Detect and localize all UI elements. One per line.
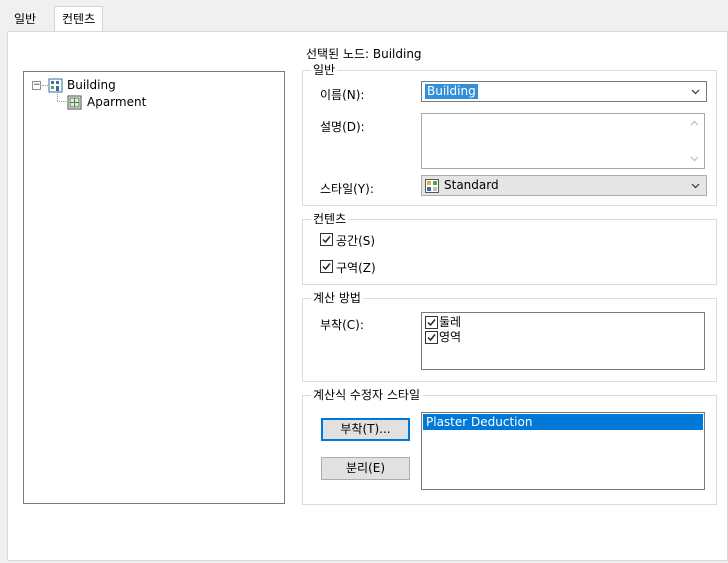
- zone-label[interactable]: 구역(Z): [336, 259, 376, 276]
- space-label[interactable]: 공간(S): [336, 232, 375, 249]
- group-legend: 컨텐츠: [311, 212, 349, 226]
- checkmark-icon: [427, 334, 436, 342]
- style-value: Standard: [444, 178, 499, 192]
- tree-line: [57, 92, 58, 101]
- scroll-down-icon[interactable]: [690, 155, 699, 162]
- list-item-label: 둘레: [439, 315, 462, 329]
- building-node-icon: [48, 78, 63, 93]
- description-label: 설명(D):: [320, 120, 365, 134]
- list-item[interactable]: Plaster Deduction: [423, 414, 703, 430]
- selected-node-label: 선택된 노드: Building: [306, 47, 422, 61]
- tab-bar: 일반 컨텐츠: [0, 0, 728, 32]
- name-label: 이름(N):: [320, 88, 365, 102]
- tab-contents[interactable]: 컨텐츠: [54, 6, 104, 32]
- style-icon: [425, 179, 439, 193]
- checkmark-icon: [322, 263, 331, 271]
- chevron-down-icon[interactable]: [691, 87, 700, 96]
- calculation-listbox[interactable]: 둘레 영역: [421, 312, 705, 370]
- chevron-down-icon[interactable]: [691, 181, 700, 190]
- collapse-icon[interactable]: −: [32, 81, 41, 90]
- tree-node-label: Building: [67, 78, 116, 92]
- name-value[interactable]: Building: [425, 84, 478, 99]
- modifier-listbox[interactable]: Plaster Deduction: [421, 412, 705, 490]
- style-label: 스타일(Y):: [320, 182, 374, 196]
- perimeter-checkbox[interactable]: [425, 316, 438, 329]
- tab-general[interactable]: 일반: [7, 10, 43, 30]
- attach-method-label: 부착(C):: [320, 318, 364, 332]
- tree-node-building[interactable]: Building: [48, 76, 116, 94]
- checkmark-icon: [322, 236, 331, 244]
- detach-button[interactable]: 분리(E): [321, 457, 410, 480]
- group-legend: 계산 방법: [311, 291, 363, 305]
- list-item[interactable]: 둘레: [423, 315, 461, 330]
- zone-checkbox[interactable]: [320, 260, 333, 273]
- node-tree[interactable]: − Building Aparment: [23, 71, 285, 504]
- group-legend: 일반: [311, 63, 338, 77]
- name-combo[interactable]: Building: [421, 81, 707, 102]
- group-legend: 계산식 수정자 스타일: [311, 388, 422, 402]
- checkmark-icon: [427, 319, 436, 327]
- scroll-up-icon[interactable]: [690, 120, 699, 127]
- list-item-label: 영역: [439, 330, 462, 344]
- area-checkbox[interactable]: [425, 331, 438, 344]
- tree-node-label: Aparment: [87, 95, 147, 109]
- space-checkbox[interactable]: [320, 233, 333, 246]
- tree-line: [57, 101, 66, 102]
- style-combo[interactable]: Standard: [421, 175, 707, 196]
- tree-node-apartment[interactable]: Aparment: [67, 93, 146, 111]
- list-item[interactable]: 영역: [423, 330, 461, 345]
- description-field[interactable]: [421, 113, 705, 169]
- space-node-icon: [67, 95, 82, 110]
- attach-button[interactable]: 부착(T)...: [321, 418, 410, 441]
